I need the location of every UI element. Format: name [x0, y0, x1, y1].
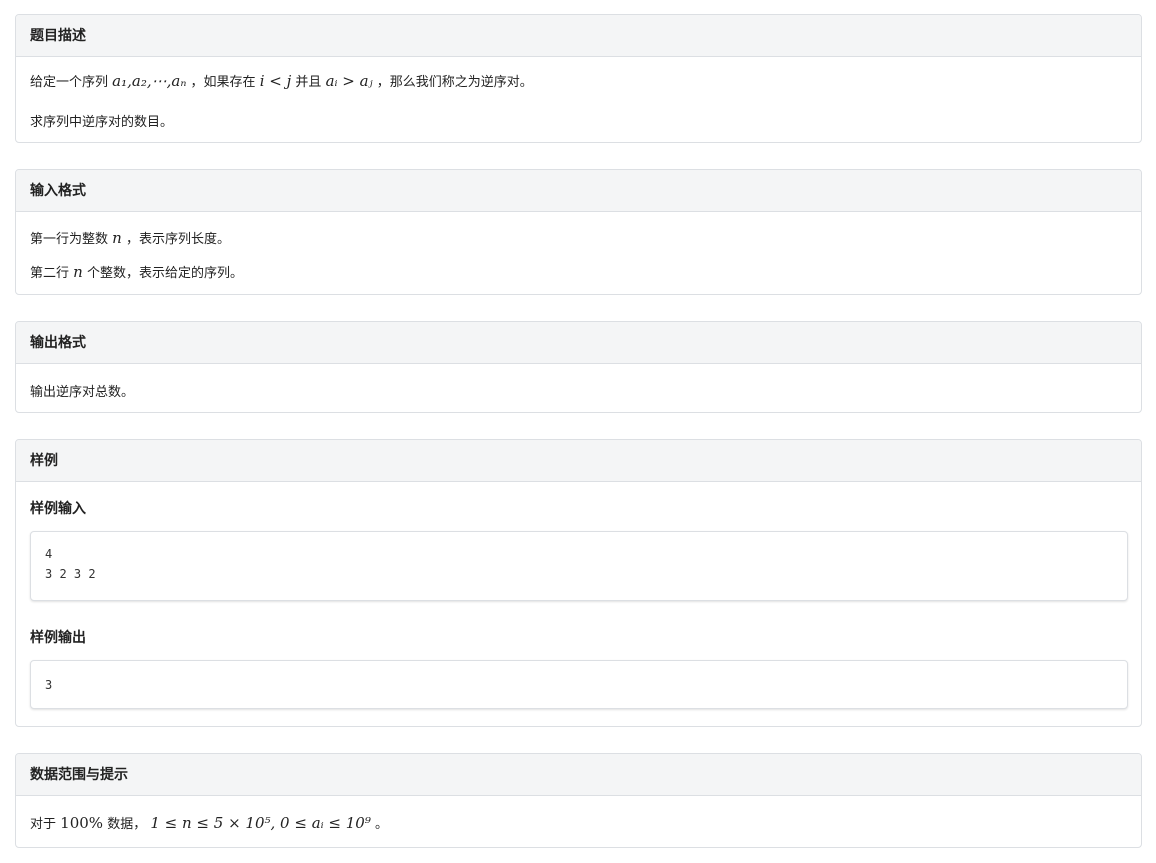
constraint-formula: 1 ≤ n ≤ 5 × 10⁵, 0 ≤ aᵢ ≤ 10⁹	[150, 814, 371, 832]
description-text-a: 给定一个序列	[30, 75, 109, 90]
description-card: 题目描述 给定一个序列 a₁,a₂,⋯,aₙ ，如果存在 i < j 并且 aᵢ…	[15, 14, 1142, 143]
input-line-1: 第一行为整数 n ，表示序列长度。	[30, 228, 230, 247]
input-var-n-1: n	[112, 229, 122, 247]
sample-output-label: 样例输出	[30, 630, 86, 646]
input-format-title: 输入格式	[16, 170, 1141, 212]
hint-text-c: 。	[375, 817, 389, 832]
sample-input-label: 样例输入	[30, 501, 86, 517]
description-text-c: 并且	[295, 75, 322, 90]
description-text-d: ，那么我们称之为逆序对。	[376, 75, 533, 90]
input-line-1-text-b: ，表示序列长度。	[125, 232, 230, 247]
sample-title: 样例	[16, 440, 1141, 482]
hint-text-b: 数据，	[107, 817, 147, 832]
hint-percent: 100%	[60, 814, 104, 832]
sample-output-code[interactable]: 3	[30, 660, 1128, 709]
output-format-title: 输出格式	[16, 322, 1141, 364]
description-text-b: ，如果存在	[190, 75, 256, 90]
sample-input-code[interactable]: 4 3 2 3 2	[30, 531, 1128, 601]
hint-card: 数据范围与提示 对于 100% 数据， 1 ≤ n ≤ 5 × 10⁵, 0 ≤…	[15, 753, 1142, 848]
hint-title: 数据范围与提示	[16, 754, 1141, 796]
description-line-1: 给定一个序列 a₁,a₂,⋯,aₙ ，如果存在 i < j 并且 aᵢ > aⱼ…	[30, 71, 533, 90]
index-condition-formula: i < j	[259, 72, 292, 90]
sequence-formula: a₁,a₂,⋯,aₙ	[112, 72, 187, 90]
hint-line: 对于 100% 数据， 1 ≤ n ≤ 5 × 10⁵, 0 ≤ aᵢ ≤ 10…	[30, 813, 388, 832]
output-format-card: 输出格式 输出逆序对总数。	[15, 321, 1142, 413]
input-line-2-text-b: 个整数，表示给定的序列。	[86, 266, 243, 281]
output-line-1: 输出逆序对总数。	[30, 385, 135, 400]
input-line-2: 第二行 n 个整数，表示给定的序列。	[30, 262, 243, 281]
input-format-card: 输入格式 第一行为整数 n ，表示序列长度。 第二行 n 个整数，表示给定的序列…	[15, 169, 1142, 295]
input-line-2-text-a: 第二行	[30, 266, 70, 281]
hint-text-a: 对于	[30, 817, 57, 832]
description-title: 题目描述	[16, 15, 1141, 57]
input-line-1-text-a: 第一行为整数	[30, 232, 109, 247]
sample-card: 样例 样例输入 4 3 2 3 2 样例输出 3	[15, 439, 1142, 727]
value-condition-formula: aᵢ > aⱼ	[325, 72, 373, 90]
input-var-n-2: n	[73, 263, 83, 281]
description-line-2: 求序列中逆序对的数目。	[30, 115, 174, 130]
